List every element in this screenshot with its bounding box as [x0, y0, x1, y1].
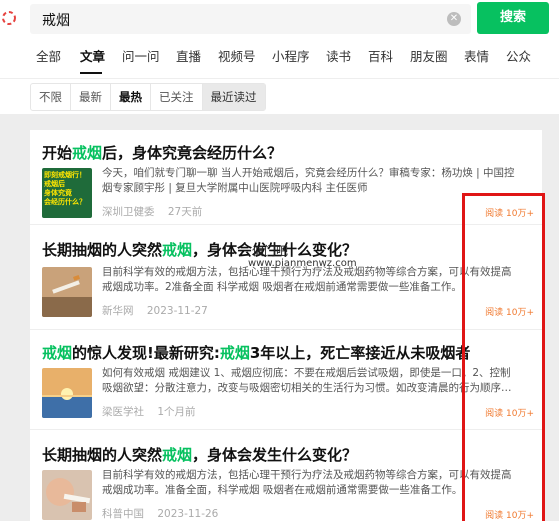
watermark-overlay-text: 偏门吧 [252, 244, 289, 258]
annotation-highlight-box [462, 193, 545, 521]
result-time: 27天前 [167, 206, 203, 218]
filter-all[interactable]: 不限 [31, 84, 71, 110]
result-source: 深圳卫健委 [102, 206, 155, 218]
filter-latest[interactable]: 最新 [71, 84, 111, 110]
sort-filters: 不限 最新 最热 已关注 最近读过 [30, 83, 266, 111]
wechat-search-logo-icon [0, 6, 18, 30]
result-thumbnail [42, 267, 92, 317]
result-source: 梁医学社 [102, 406, 144, 418]
result-title[interactable]: 戒烟的惊人发现!最新研究:戒烟3年以上，死亡率接近从未吸烟者 [42, 342, 470, 363]
filter-recently-read[interactable]: 最近读过 [202, 84, 265, 110]
result-description: 今天，咱们就专门聊一聊 当人开始戒烟后，究竟会经历什么？审稿专家：杨功焕 | 中… [102, 167, 515, 194]
filter-followed[interactable]: 已关注 [151, 84, 203, 110]
result-thumbnail: 即刻戒烟行！ 戒烟后 身体究竟 会经历什么？ [42, 168, 92, 218]
search-header: 戒烟 ✕ 搜索 全部 文章 问一问 直播 视频号 小程序 读书 百科 朋友圈 表… [0, 0, 559, 78]
clear-icon[interactable]: ✕ [447, 12, 461, 26]
search-query-text: 戒烟 [42, 13, 70, 29]
tab-channels[interactable]: 视频号 [218, 46, 256, 65]
active-tab-indicator [80, 72, 102, 74]
result-thumbnail [42, 470, 92, 520]
tab-all[interactable]: 全部 [36, 46, 61, 65]
tab-stickers[interactable]: 表情 [464, 46, 489, 65]
watermark-url: www.pianmenwz.com [248, 258, 357, 269]
tab-articles[interactable]: 文章 [80, 46, 105, 65]
result-time: 2023-11-27 [146, 305, 208, 317]
tab-ask[interactable]: 问一问 [122, 46, 160, 65]
filter-hottest[interactable]: 最热 [111, 84, 151, 110]
result-time: 1个月前 [157, 406, 196, 418]
tab-moments[interactable]: 朋友圈 [410, 46, 448, 65]
tab-books[interactable]: 读书 [326, 46, 351, 65]
result-title[interactable]: 长期抽烟的人突然戒烟，身体会发生什么变化？ [42, 444, 357, 465]
result-meta: 梁医学社 1个月前 [102, 404, 206, 419]
tab-encyclopedia[interactable]: 百科 [368, 46, 393, 65]
result-time: 2023-11-26 [157, 508, 219, 520]
result-meta: 深圳卫健委 27天前 [102, 204, 212, 219]
result-title[interactable]: 开始戒烟后，身体究竟会经历什么？ [42, 142, 282, 163]
result-thumbnail [42, 368, 92, 418]
tab-live[interactable]: 直播 [176, 46, 201, 65]
result-meta: 科普中国 2023-11-26 [102, 506, 228, 521]
result-meta: 新华网 2023-11-27 [102, 303, 218, 318]
search-button[interactable]: 搜索 [477, 2, 549, 34]
filter-bar: 不限 最新 最热 已关注 最近读过 [0, 78, 559, 114]
search-input[interactable]: 戒烟 ✕ [30, 4, 471, 34]
result-source: 科普中国 [102, 508, 144, 520]
tab-mini-programs[interactable]: 小程序 [272, 46, 310, 65]
tab-official-accounts[interactable]: 公众 [506, 46, 531, 65]
result-source: 新华网 [102, 305, 134, 317]
result-title[interactable]: 长期抽烟的人突然戒烟，身体会发生什么变化？ [42, 239, 357, 260]
